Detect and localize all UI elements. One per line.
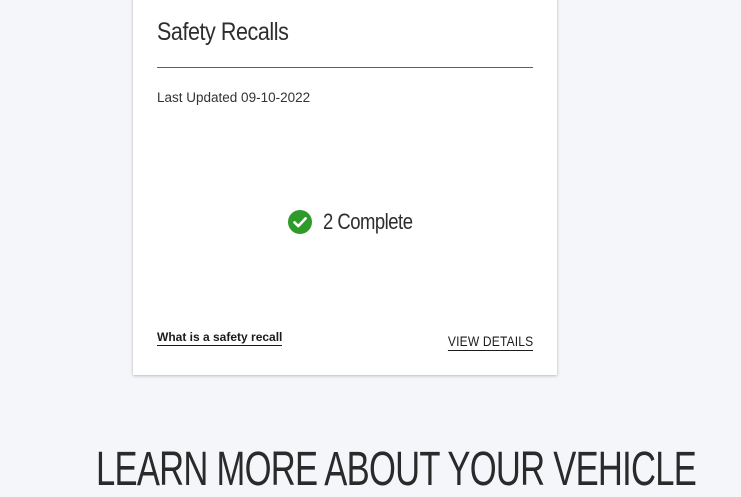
what-is-safety-recall-link[interactable]: What is a safety recall (157, 330, 283, 346)
check-circle-icon (288, 210, 312, 234)
recall-status: 2 Complete (288, 209, 430, 235)
card-divider (157, 67, 533, 68)
safety-recalls-card: Safety Recalls Last Updated 09-10-2022 2… (133, 0, 557, 375)
view-details-link[interactable]: VIEW DETAILS (447, 333, 533, 351)
card-title: Safety Recalls (157, 18, 289, 46)
last-updated-text: Last Updated 09-10-2022 (157, 90, 311, 105)
section-heading: LEARN MORE ABOUT YOUR VEHICLE (96, 443, 697, 496)
status-text: 2 Complete (323, 209, 413, 234)
